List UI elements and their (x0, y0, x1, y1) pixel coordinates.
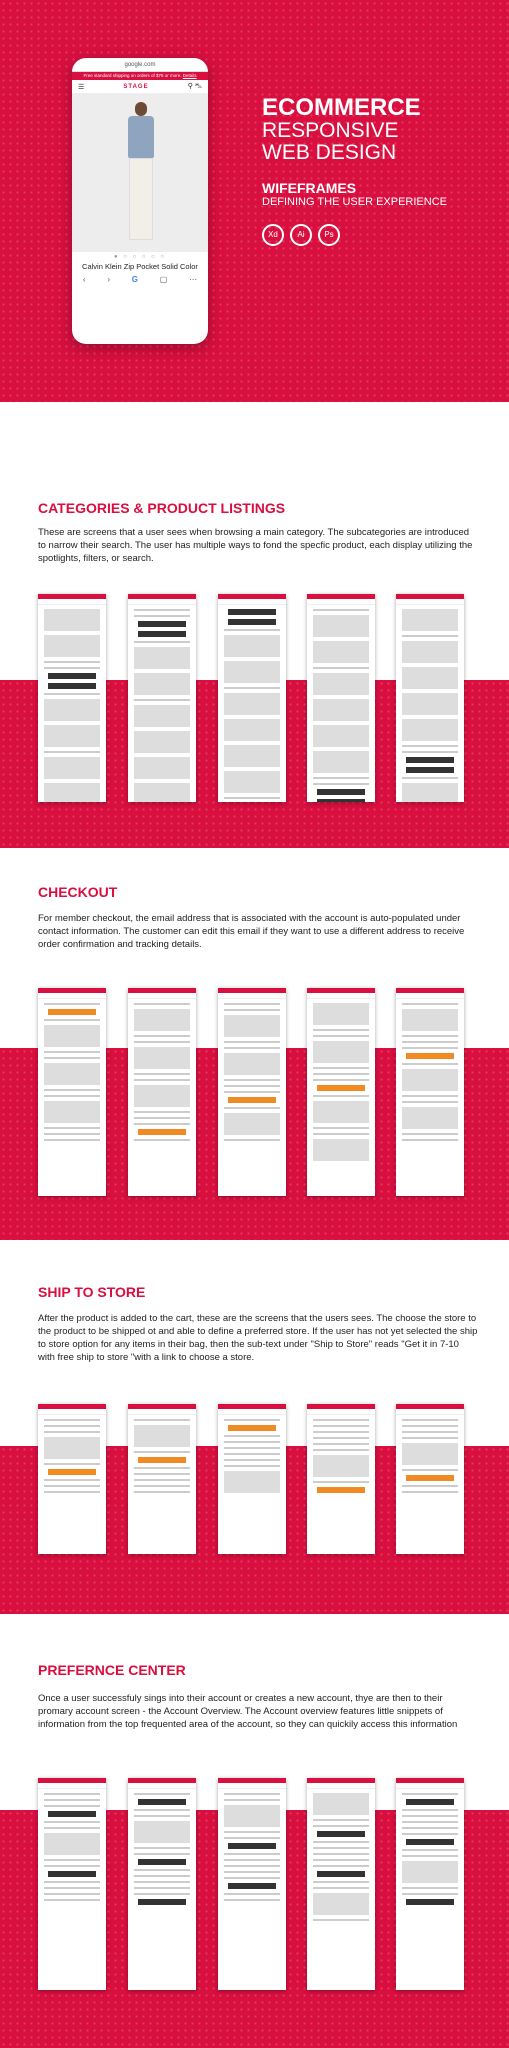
more-icon[interactable]: ⋯ (189, 275, 197, 284)
photoshop-icon: Ps (318, 224, 340, 246)
section-title: PREFERNCE CENTER (38, 1662, 186, 1678)
search-icon[interactable]: ⚲ ⛍ (188, 82, 202, 91)
wireframes-heading: WIFEFRAMES (262, 180, 357, 196)
wireframe-thumbnail (396, 988, 464, 1196)
site-logo[interactable]: STAGE (123, 84, 148, 90)
google-icon[interactable]: G (132, 275, 138, 284)
title-line-3: WEB DESIGN (262, 141, 397, 164)
title-line-1: ECOMMERCE (262, 94, 421, 121)
phone-mockup: google.com Free standard shipping on ord… (72, 58, 208, 344)
promo-text: Free standard shipping on orders of $75 … (83, 73, 182, 78)
wireframe-thumbnail (307, 594, 375, 802)
wireframe-thumbnail (128, 988, 196, 1196)
wireframe-thumbnail (396, 594, 464, 802)
hero-banner: google.com Free standard shipping on ord… (0, 0, 509, 402)
promo-banner: Free standard shipping on orders of $75 … (72, 72, 208, 80)
back-icon[interactable]: ‹ (83, 275, 86, 284)
tool-badges: Xd Ai Ps (262, 224, 447, 246)
wireframe-thumbnail (218, 594, 286, 802)
wireframe-thumbnail (218, 988, 286, 1196)
wireframe-thumbnail (128, 1404, 196, 1554)
wireframe-thumbnail (307, 1778, 375, 1990)
tabs-icon[interactable]: ▢ (160, 275, 168, 284)
xd-icon: Xd (262, 224, 284, 246)
wireframe-thumbnail (38, 988, 106, 1196)
section-title: CATEGORIES & PRODUCT LISTINGS (38, 500, 286, 516)
model-figure (124, 102, 158, 248)
title-line-2: RESPONSIVE (262, 119, 399, 142)
product-image (72, 94, 208, 252)
carousel-dots[interactable]: ● ○ ○ ○ ○ ○ (72, 254, 208, 260)
hero-title-block: ECOMMERCE RESPONSIVE WEB DESIGN WIFEFRAM… (262, 96, 447, 246)
wireframe-thumbnail (396, 1778, 464, 1990)
site-nav: ☰ STAGE ⚲ ⛍ (72, 80, 208, 94)
section-title: SHIP TO STORE (38, 1284, 146, 1300)
browser-toolbar: ‹ › G ▢ ⋯ (72, 275, 208, 284)
wireframe-thumbnail (396, 1404, 464, 1554)
wireframe-thumbnail (128, 594, 196, 802)
promo-link[interactable]: Details (183, 73, 197, 78)
section-title: CHECKOUT (38, 884, 118, 900)
menu-icon[interactable]: ☰ (78, 83, 84, 91)
illustrator-icon: Ai (290, 224, 312, 246)
section-text: These are screens that a user sees when … (38, 527, 473, 564)
wireframe-thumbnail (38, 594, 106, 802)
wireframe-thumbnail (128, 1778, 196, 1990)
wireframe-thumbnail (218, 1404, 286, 1554)
section-text: Once a user successfuly sings into their… (38, 1693, 458, 1730)
wireframes-subheading: DEFINING THE USER EXPERIENCE (262, 196, 447, 208)
url-bar[interactable]: google.com (72, 58, 208, 72)
wireframe-thumbnail (307, 988, 375, 1196)
product-title: Calvin Klein Zip Pocket Solid Color (82, 262, 198, 271)
section-text: After the product is added to the cart, … (38, 1313, 478, 1363)
forward-icon[interactable]: › (107, 275, 110, 284)
section-text: For member checkout, the email address t… (38, 913, 465, 950)
wireframe-thumbnail (218, 1778, 286, 1990)
wireframe-thumbnail (38, 1778, 106, 1990)
wireframe-thumbnail (307, 1404, 375, 1554)
wireframe-thumbnail (38, 1404, 106, 1554)
